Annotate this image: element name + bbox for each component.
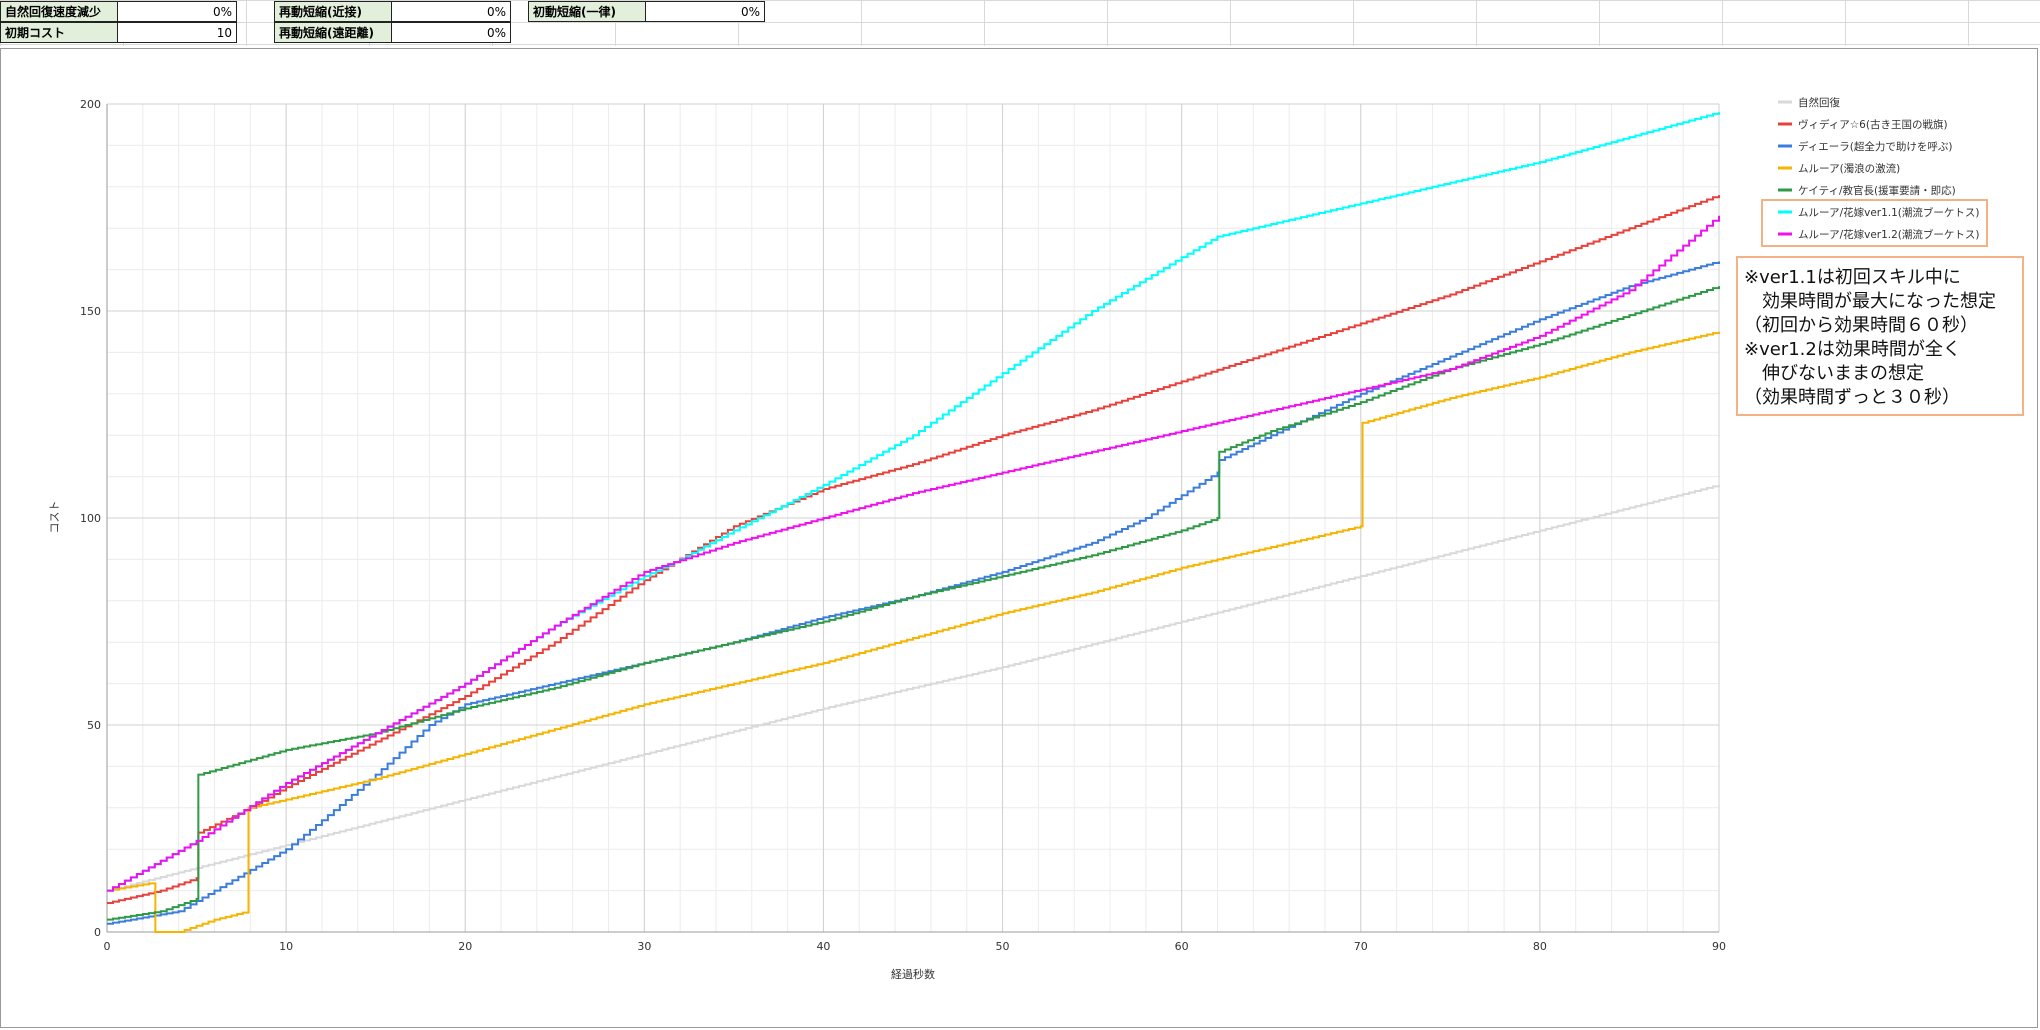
x-axis-label: 経過秒数 [891, 967, 935, 981]
y-tick-labels: 0 50 100 150 200 [80, 98, 101, 939]
x-tick-label: 80 [1533, 940, 1547, 953]
x-tick-label: 0 [104, 940, 111, 953]
x-tick-label: 40 [816, 940, 830, 953]
note-line: （初回から効果時間６０秒） [1744, 315, 1978, 336]
note-line: （効果時間ずっと３０秒） [1744, 387, 1960, 408]
cost-line-chart: 0 10 20 30 40 50 60 70 80 90 0 50 100 150 200 経過秒数 コス… [48, 96, 1988, 981]
x-tick-label: 10 [279, 940, 293, 953]
legend-label: ケイティ/教官長(援軍要請・即応) [1798, 184, 1956, 197]
legend-label: ムルーア/花嫁ver1.2(潮流ブーケトス) [1798, 228, 1980, 241]
y-tick-label: 0 [94, 926, 101, 939]
annotation-note: ※ver1.1は初回スキル中に 効果時間が最大になった想定 （初回から効果時間６… [1736, 256, 2024, 416]
legend-label: 自然回復 [1798, 96, 1840, 109]
x-tick-label: 50 [996, 940, 1010, 953]
x-tick-label: 70 [1354, 940, 1368, 953]
y-axis-label: コスト [48, 501, 61, 534]
legend-label: ムルーア(濁浪の激流) [1798, 162, 1900, 175]
x-tick-label: 30 [637, 940, 651, 953]
series-line [107, 484, 1720, 892]
note-line: 伸びないままの想定 [1744, 363, 1924, 384]
y-tick-label: 150 [80, 305, 101, 318]
note-line: ※ver1.1は初回スキル中に [1744, 267, 1961, 288]
legend: 自然回復ヴィディア☆6(古き王国の戦旗) ディエーラ(超全力で助けを呼ぶ) ムルーア… [1778, 96, 1980, 241]
x-tick-labels: 0 10 20 30 40 50 60 70 80 90 [104, 940, 1727, 953]
series-line [107, 195, 1720, 905]
series-line [107, 112, 1720, 892]
y-tick-label: 200 [80, 98, 101, 111]
legend-label: ディエーラ(超全力で助けを呼ぶ) [1798, 140, 1952, 153]
legend-label: ヴィディア☆6(古き王国の戦旗) [1798, 118, 1948, 131]
note-line: 効果時間が最大になった想定 [1744, 291, 1996, 312]
note-line: ※ver1.2は効果時間が全く [1744, 339, 1961, 360]
x-tick-label: 60 [1175, 940, 1189, 953]
series-lines [107, 112, 1720, 933]
series-line [107, 286, 1720, 921]
series-line [107, 331, 1720, 933]
y-tick-label: 50 [87, 719, 101, 732]
y-tick-label: 100 [80, 512, 101, 525]
legend-label: ムルーア/花嫁ver1.1(潮流ブーケトス) [1798, 206, 1980, 219]
x-tick-label: 20 [458, 940, 472, 953]
x-tick-label: 90 [1712, 940, 1726, 953]
series-line [107, 215, 1720, 892]
